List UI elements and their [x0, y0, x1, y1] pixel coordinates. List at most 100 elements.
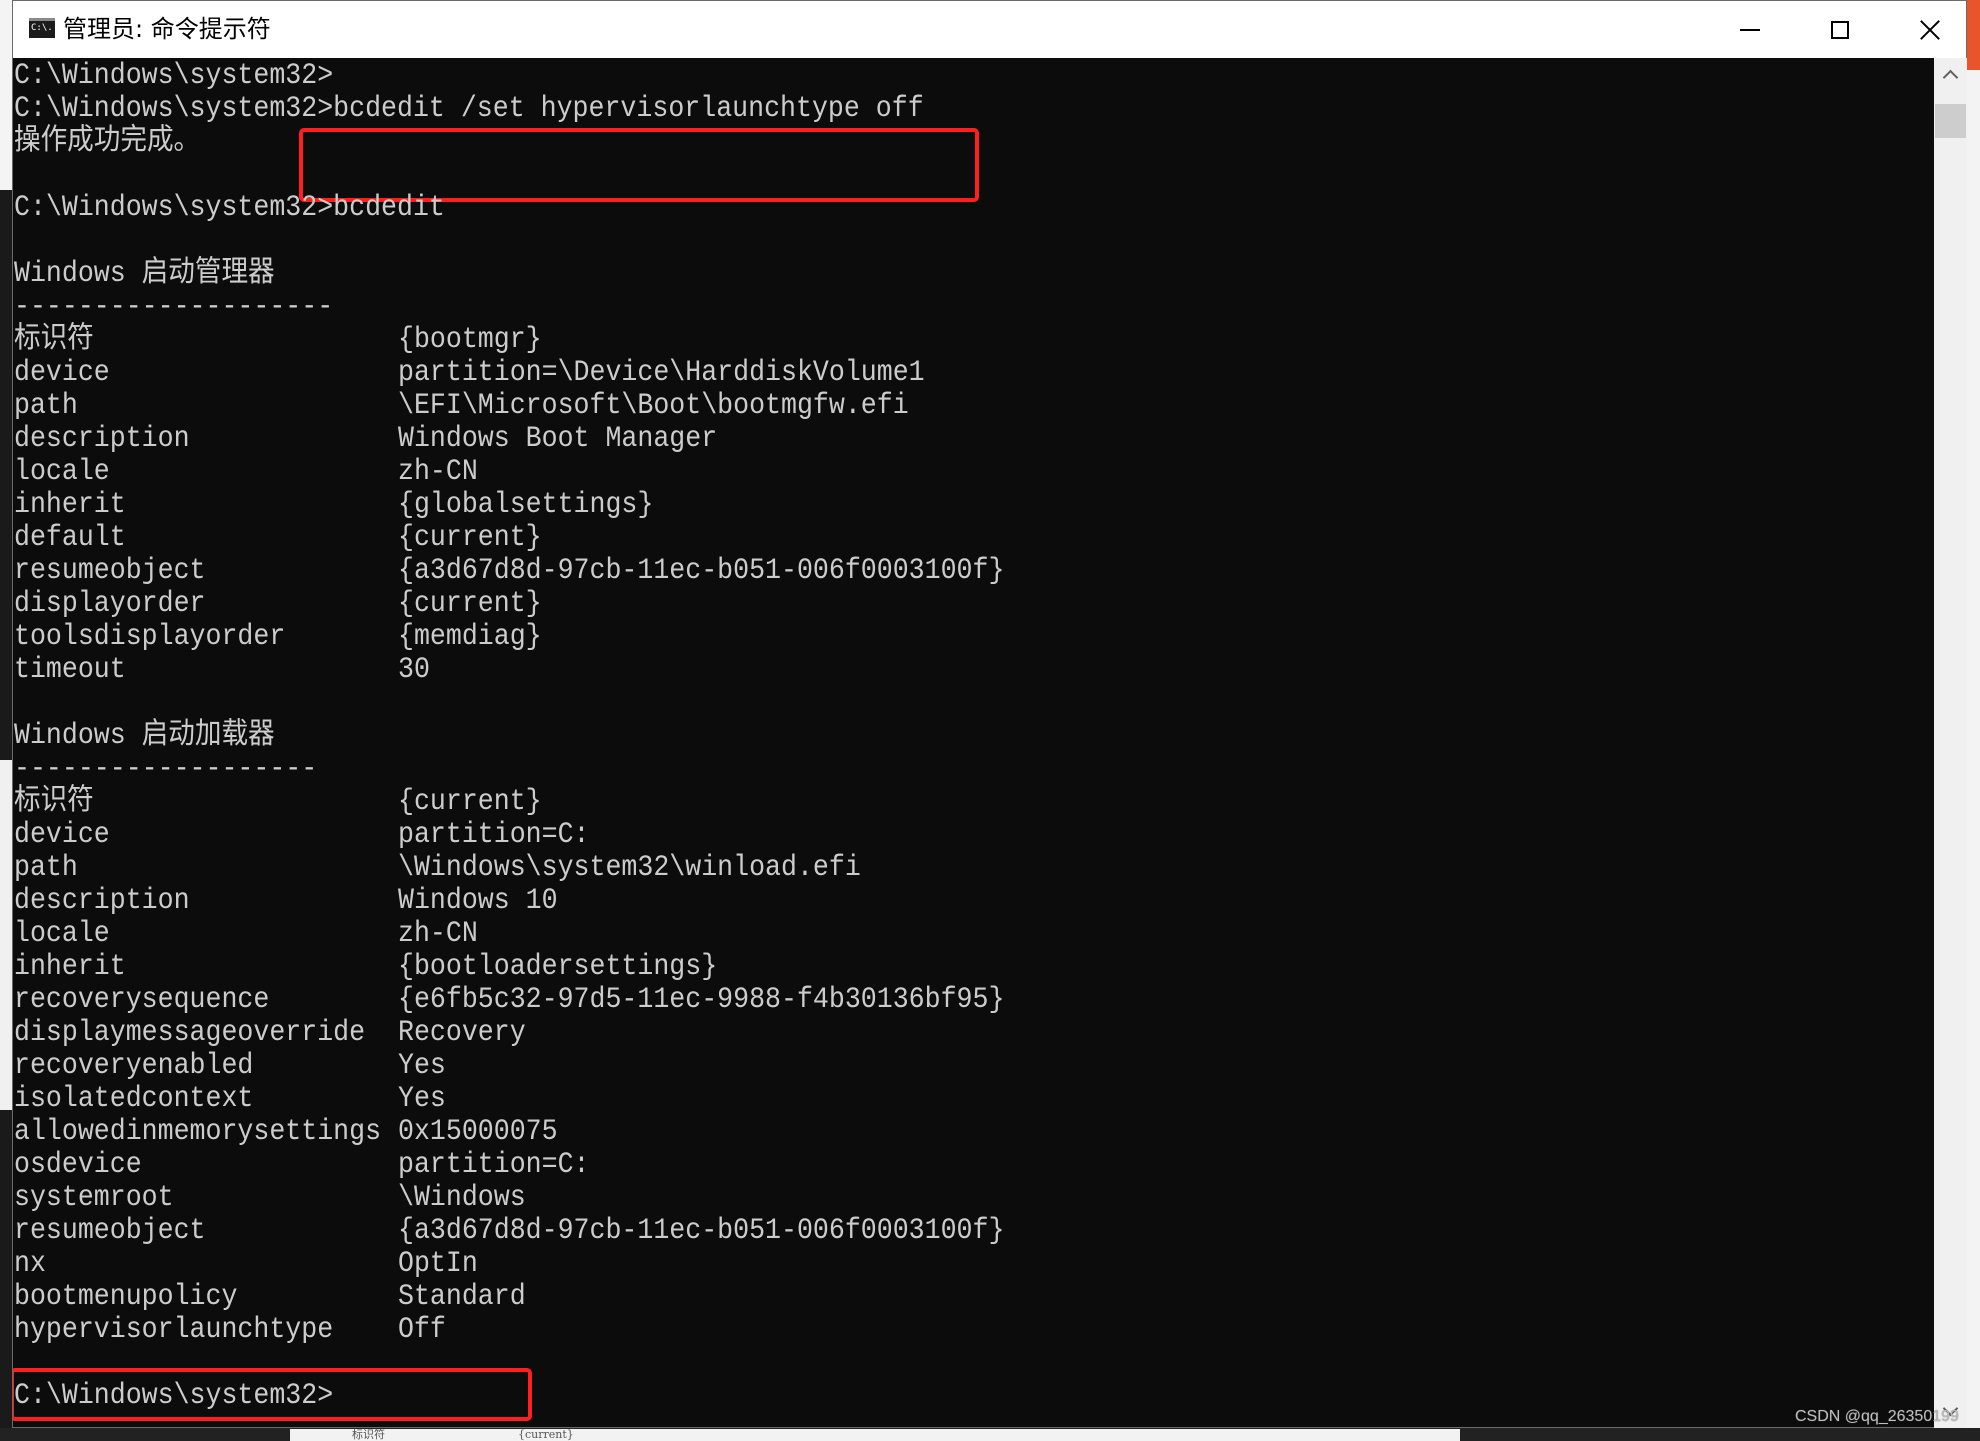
bcd-entry-key: allowedinmemorysettings	[14, 1114, 382, 1148]
bcd-entry-row: 标识符 {bootmgr}	[14, 321, 542, 358]
console-line: Windows 启动管理器	[14, 256, 275, 290]
bcd-entry-row: path \EFI\Microsoft\Boot\bootmgfw.efi	[14, 387, 909, 424]
background-key: 标识符	[352, 1429, 385, 1441]
bcd-entry-key: description	[14, 883, 190, 917]
bcd-entry-row: toolsdisplayorder {memdiag}	[14, 618, 542, 655]
bcd-entry-key: device	[14, 355, 110, 389]
bcd-entry-row: locale zh-CN	[14, 453, 478, 490]
bcd-entry-row: displayorder {current}	[14, 585, 542, 622]
bcd-entry-key: timeout	[14, 652, 126, 686]
bcd-entry-row: inherit {globalsettings}	[14, 486, 653, 523]
bcd-entry-key: path	[14, 388, 78, 422]
console-line: C:\Windows\system32>	[14, 58, 334, 92]
bcd-entry-row: resumeobject {a3d67d8d-97cb-11ec-b051-006…	[14, 1212, 1004, 1249]
bcd-entry-value: partition=C:	[398, 1147, 590, 1181]
bcd-entry-row: bootmenupolicy Standard	[14, 1278, 526, 1315]
bcd-entry-value: Windows 10	[398, 883, 558, 917]
bcd-entry-value: zh-CN	[398, 454, 478, 488]
cmd-icon: C:\.	[29, 18, 55, 38]
bcd-entry-key: 标识符	[14, 322, 94, 356]
bcd-entry-row: locale zh-CN	[14, 915, 478, 952]
bcd-entry-value: Standard	[398, 1279, 526, 1313]
bcd-entry-row: resumeobject {a3d67d8d-97cb-11ec-b051-006…	[14, 552, 1004, 589]
bcd-entry-row: allowedinmemorysettings 0x15000075	[14, 1113, 558, 1150]
bcd-entry-value: Recovery	[398, 1015, 526, 1049]
close-icon	[1919, 19, 1941, 41]
bcd-entry-row: nx OptIn	[14, 1245, 478, 1282]
bcd-entry-key: description	[14, 421, 190, 455]
bcd-entry-value: {current}	[398, 784, 542, 818]
bcd-entry-value: Yes	[398, 1048, 446, 1082]
bcd-entry-row: default {current}	[14, 519, 542, 556]
scroll-up-button[interactable]	[1934, 58, 1967, 91]
console-output[interactable]: C:\Windows\system32> C:\Windows\system32>…	[13, 58, 1933, 1428]
minimize-button[interactable]	[1705, 1, 1795, 58]
bcd-entry-value: {globalsettings}	[398, 487, 654, 521]
bcd-entry-row: hypervisorlaunchtype Off	[14, 1311, 446, 1348]
bcd-entry-row: displaymessageoverride Recovery	[14, 1014, 526, 1051]
bcd-entry-value: {e6fb5c32-97d5-11ec-9988-f4b30136bf95}	[398, 982, 1005, 1016]
bcd-entry-key: path	[14, 850, 78, 884]
close-button[interactable]	[1885, 1, 1975, 58]
bcd-entry-row: recoveryenabled Yes	[14, 1047, 446, 1084]
bcd-entry-row: recoverysequence {e6fb5c32-97d5-11ec-9988…	[14, 981, 1004, 1018]
maximize-button[interactable]	[1795, 1, 1885, 58]
console-line: --------------------	[14, 289, 334, 323]
bcd-entry-key: osdevice	[14, 1147, 142, 1181]
bcd-entry-row: description Windows Boot Manager	[14, 420, 717, 457]
bcd-entry-value: {current}	[398, 586, 542, 620]
bcd-entry-key: locale	[14, 916, 110, 950]
background-page-fragment	[1967, 0, 1980, 1441]
console-line: 操作成功完成。	[14, 124, 201, 158]
bcd-entry-value: Yes	[398, 1081, 446, 1115]
bcd-entry-key: inherit	[14, 487, 126, 521]
bcd-entry-key: displayorder	[14, 586, 206, 620]
bcd-entry-row: 标识符 {current}	[14, 783, 542, 820]
bcd-entry-key: resumeobject	[14, 1213, 206, 1247]
bcd-entry-key: toolsdisplayorder	[14, 619, 286, 653]
vertical-scrollbar[interactable]	[1934, 58, 1967, 1428]
bcd-entry-row: timeout 30	[14, 651, 430, 688]
background-value: {current}	[518, 1429, 574, 1441]
command-prompt-window[interactable]: C:\. 管理员: 命令提示符 C:\Windows\system32> C:\W…	[12, 0, 1967, 1428]
minimize-icon	[1740, 28, 1760, 31]
bcd-entry-key: device	[14, 817, 110, 851]
bcd-entry-value: {a3d67d8d-97cb-11ec-b051-006f0003100f}	[398, 553, 1005, 587]
bcd-entry-value: \EFI\Microsoft\Boot\bootmgfw.efi	[398, 388, 909, 422]
bcd-entry-value: \Windows\system32\winload.efi	[398, 850, 861, 884]
console-line: -------------------	[14, 751, 318, 785]
scroll-thumb[interactable]	[1935, 104, 1966, 138]
bcd-entry-value: Windows Boot Manager	[398, 421, 718, 455]
bcd-entry-value: {bootloadersettings}	[398, 949, 718, 983]
title-bar[interactable]: C:\. 管理员: 命令提示符	[13, 1, 1966, 58]
bcd-entry-key: systemroot	[14, 1180, 174, 1214]
bcd-entry-row: inherit {bootloadersettings}	[14, 948, 717, 985]
console-line: Windows 启动加载器	[14, 718, 275, 752]
bcd-entry-key: recoverysequence	[14, 982, 270, 1016]
bcd-entry-value: {a3d67d8d-97cb-11ec-b051-006f0003100f}	[398, 1213, 1005, 1247]
bcd-entry-key: bootmenupolicy	[14, 1279, 238, 1313]
bcd-entry-value: Off	[398, 1312, 446, 1346]
bcd-entry-row: isolatedcontext Yes	[14, 1080, 446, 1117]
bcd-entry-row: description Windows 10	[14, 882, 558, 919]
console-line: C:\Windows\system32>bcdedit	[14, 190, 445, 224]
bcd-entry-key: resumeobject	[14, 553, 206, 587]
bcd-entry-row: device partition=C:	[14, 816, 590, 853]
maximize-icon	[1831, 20, 1849, 39]
bcd-entry-key: default	[14, 520, 126, 554]
window-title: 管理员: 命令提示符	[63, 15, 271, 43]
bcd-entry-key: nx	[14, 1246, 46, 1280]
bcd-entry-key: displaymessageoverride	[14, 1015, 366, 1049]
bcd-entry-key: hypervisorlaunchtype	[14, 1312, 334, 1346]
background-console-fragment: 标识符 {current}	[290, 1429, 1460, 1441]
bcd-entry-row: device partition=\Device\HarddiskVolume1	[14, 354, 925, 391]
bcd-entry-key: recoveryenabled	[14, 1048, 254, 1082]
bcd-entry-row: osdevice partition=C:	[14, 1146, 590, 1183]
bcd-entry-value: OptIn	[398, 1246, 478, 1280]
bcd-entry-value: {current}	[398, 520, 542, 554]
bcd-entry-value: zh-CN	[398, 916, 478, 950]
console-line: C:\Windows\system32>bcdedit /set hypervi…	[14, 91, 924, 125]
bcd-entry-value: {memdiag}	[398, 619, 542, 653]
bcd-entry-key: locale	[14, 454, 110, 488]
bcd-entry-row: systemroot \Windows	[14, 1179, 526, 1216]
